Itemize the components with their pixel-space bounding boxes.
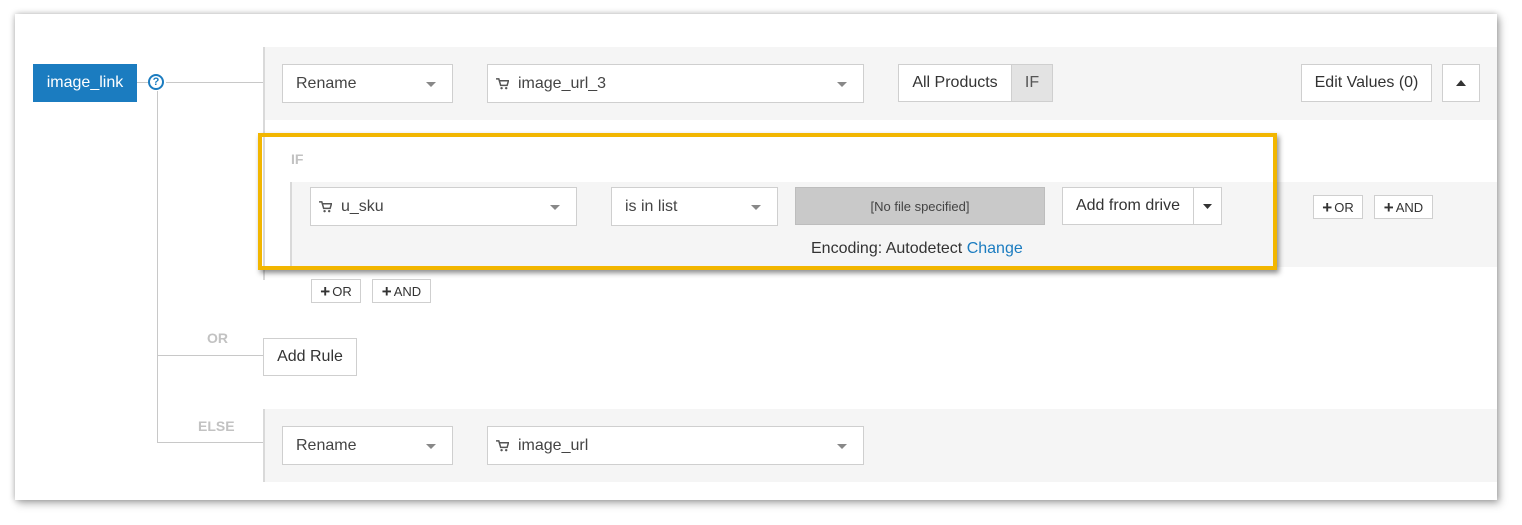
- chevron-down-icon: [426, 81, 436, 87]
- chevron-down-icon: [837, 443, 847, 449]
- connector-or: [157, 355, 263, 356]
- condition-and-button[interactable]: + AND: [1374, 195, 1433, 219]
- add-rule-button[interactable]: Add Rule: [263, 338, 357, 376]
- else-section-label: ELSE: [198, 418, 235, 434]
- connector-help-rule: [166, 82, 263, 83]
- group-or-button[interactable]: + OR: [311, 279, 361, 303]
- all-products-label: All Products: [912, 74, 998, 91]
- or-section-label: OR: [207, 330, 228, 346]
- if-toggle-button[interactable]: IF: [1011, 64, 1053, 102]
- else-action-value: Rename: [296, 436, 357, 454]
- group-and-button[interactable]: + AND: [372, 279, 431, 303]
- plus-icon: +: [320, 281, 331, 301]
- plus-icon: +: [1383, 197, 1394, 217]
- source-field-value: image_url_3: [518, 74, 607, 92]
- or-label: OR: [332, 283, 352, 299]
- connector-trunk: [157, 91, 158, 443]
- highlight-box: [258, 133, 1277, 270]
- help-icon[interactable]: ?: [148, 74, 164, 90]
- else-source-field-select[interactable]: image_url: [487, 426, 864, 465]
- else-action-select[interactable]: Rename: [282, 426, 453, 465]
- caret-up-icon: [1456, 80, 1466, 86]
- action-select-value: Rename: [296, 74, 357, 92]
- plus-icon: +: [1322, 197, 1333, 217]
- edit-values-button[interactable]: Edit Values (0): [1301, 64, 1432, 102]
- cart-icon: [496, 77, 509, 89]
- and-label: AND: [1395, 199, 1424, 215]
- chevron-down-icon: [426, 443, 436, 449]
- source-field-select[interactable]: image_url_3: [487, 64, 864, 103]
- plus-icon: +: [381, 281, 392, 301]
- connector-else: [157, 442, 263, 443]
- and-label: AND: [393, 283, 422, 299]
- else-source-field-value: image_url: [518, 436, 589, 454]
- or-label: OR: [1334, 199, 1354, 215]
- all-products-button[interactable]: All Products: [898, 64, 1011, 102]
- condition-or-button[interactable]: + OR: [1313, 195, 1363, 219]
- rule-editor-panel: image_link ? Rename image_url_3 All Prod…: [15, 14, 1497, 500]
- chevron-down-icon: [837, 81, 847, 87]
- if-toggle-label: IF: [1024, 74, 1040, 91]
- action-select[interactable]: Rename: [282, 64, 453, 103]
- field-tag-image-link[interactable]: image_link: [33, 64, 137, 102]
- collapse-button[interactable]: [1442, 64, 1480, 102]
- cart-icon: [496, 439, 509, 451]
- add-rule-label: Add Rule: [277, 348, 343, 365]
- connector-tag-help: [137, 82, 148, 83]
- edit-values-label: Edit Values (0): [1314, 74, 1419, 91]
